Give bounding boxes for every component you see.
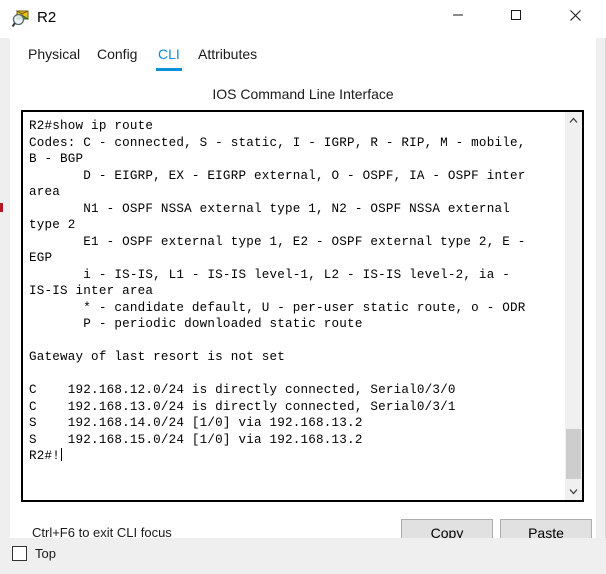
minimize-button[interactable]	[435, 0, 481, 30]
top-checkbox-row[interactable]: Top	[12, 546, 56, 561]
bottom-bar: Top	[0, 538, 606, 574]
window-title: R2	[37, 9, 57, 26]
top-checkbox[interactable]	[12, 546, 27, 561]
tab-bar: Physical Config CLI Attributes	[10, 38, 596, 73]
close-button[interactable]	[552, 0, 598, 30]
maximize-button[interactable]	[493, 0, 539, 30]
content-panel: Physical Config CLI Attributes IOS Comma…	[10, 38, 596, 546]
close-icon	[569, 9, 581, 21]
top-checkbox-label: Top	[35, 546, 56, 561]
tab-physical[interactable]: Physical	[26, 46, 82, 68]
window-left-chrome	[0, 0, 10, 574]
title-bar: R2	[0, 0, 606, 38]
cli-scrollbar-thumb[interactable]	[566, 429, 581, 479]
cli-output-text[interactable]: R2#show ip route Codes: C - connected, S…	[23, 112, 564, 500]
chevron-down-icon	[569, 489, 578, 495]
cli-section-title: IOS Command Line Interface	[212, 86, 394, 102]
maximize-icon	[511, 10, 521, 20]
tab-attributes[interactable]: Attributes	[196, 46, 259, 68]
cli-scrollbar[interactable]	[564, 112, 582, 500]
tab-config[interactable]: Config	[95, 46, 139, 68]
device-config-window: R2 Physical Config CLI Attributes IOS Co…	[0, 0, 606, 574]
scroll-up-button[interactable]	[565, 112, 582, 129]
cli-terminal[interactable]: R2#show ip route Codes: C - connected, S…	[21, 110, 584, 502]
cli-prompt: R2#!	[29, 449, 61, 463]
cli-output-body: R2#show ip route Codes: C - connected, S…	[29, 119, 526, 447]
scroll-down-button[interactable]	[565, 483, 582, 500]
inspect-magnifier-icon	[11, 9, 31, 29]
tab-cli[interactable]: CLI	[156, 46, 182, 71]
edge-artifact	[0, 203, 3, 212]
cli-text-cursor	[61, 448, 63, 461]
chevron-up-icon	[569, 117, 578, 123]
minimize-icon	[453, 14, 463, 16]
